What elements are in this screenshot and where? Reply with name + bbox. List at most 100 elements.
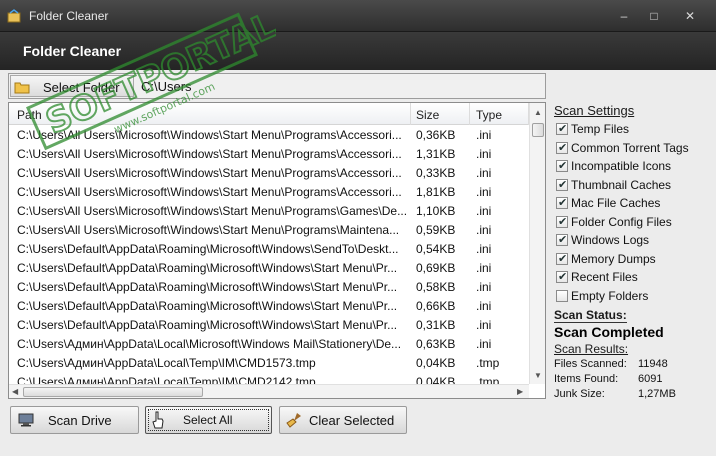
scroll-up-icon[interactable]: ▲ bbox=[534, 108, 542, 117]
checkmark-icon: ✔ bbox=[558, 234, 568, 246]
cell-type: .ini bbox=[476, 318, 492, 332]
clear-selected-label: Clear Selected bbox=[309, 413, 395, 428]
table-row[interactable]: C:\Users\All Users\Microsoft\Windows\Sta… bbox=[9, 202, 529, 221]
setting-checkbox[interactable]: ✔ Incompatible Icons bbox=[556, 157, 716, 175]
cell-path: C:\Users\Админ\AppData\Local\Microsoft\W… bbox=[17, 337, 402, 351]
setting-checkbox[interactable]: ✔ Mac File Caches bbox=[556, 194, 716, 212]
close-button[interactable]: ✕ bbox=[680, 8, 700, 24]
cell-path: C:\Users\All Users\Microsoft\Windows\Sta… bbox=[17, 223, 400, 237]
horizontal-scrollbar[interactable]: ◀ ▶ bbox=[9, 384, 529, 398]
checkbox[interactable]: ✔ bbox=[556, 178, 568, 191]
column-divider[interactable] bbox=[469, 103, 470, 125]
cell-size: 0,59KB bbox=[416, 223, 456, 237]
table-row[interactable]: C:\Users\All Users\Microsoft\Windows\Sta… bbox=[9, 183, 529, 202]
minimize-button[interactable]: – bbox=[614, 8, 634, 24]
table-row[interactable]: C:\Users\Админ\AppData\Local\Microsoft\W… bbox=[9, 335, 529, 354]
setting-label: Incompatible Icons bbox=[571, 159, 672, 173]
setting-checkbox[interactable]: Empty Folders bbox=[556, 287, 716, 305]
table-row[interactable]: C:\Users\Default\AppData\Roaming\Microso… bbox=[9, 297, 529, 316]
checkbox[interactable]: ✔ bbox=[556, 215, 568, 228]
setting-label: Temp Files bbox=[571, 122, 630, 136]
cell-size: 0,04KB bbox=[416, 375, 456, 384]
setting-label: Mac File Caches bbox=[571, 196, 661, 210]
table-row[interactable]: C:\Users\All Users\Microsoft\Windows\Sta… bbox=[9, 164, 529, 183]
table-row[interactable]: C:\Users\Админ\AppData\Local\Temp\IM\CMD… bbox=[9, 354, 529, 373]
table-row[interactable]: C:\Users\All Users\Microsoft\Windows\Sta… bbox=[9, 145, 529, 164]
hand-pointer-icon bbox=[152, 411, 164, 429]
checkbox[interactable]: ✔ bbox=[556, 271, 568, 283]
table-row[interactable]: C:\Users\Админ\AppData\Local\Temp\IM\CMD… bbox=[9, 373, 529, 384]
file-list[interactable]: Path Size Type C:\Users\All Users\Micros… bbox=[8, 102, 546, 399]
broom-icon bbox=[286, 413, 301, 428]
cell-path: C:\Users\All Users\Microsoft\Windows\Sta… bbox=[17, 128, 402, 142]
setting-checkbox[interactable]: ✔ Memory Dumps bbox=[556, 250, 716, 268]
setting-label: Thumbnail Caches bbox=[571, 177, 672, 192]
maximize-button[interactable]: □ bbox=[644, 8, 664, 24]
column-header-size[interactable]: Size bbox=[416, 108, 439, 122]
scroll-right-icon[interactable]: ▶ bbox=[517, 387, 523, 396]
junk-size-value: 1,27MB bbox=[638, 388, 676, 400]
table-row[interactable]: C:\Users\All Users\Microsoft\Windows\Sta… bbox=[9, 221, 529, 240]
checkmark-icon: ✔ bbox=[558, 215, 568, 228]
setting-checkbox[interactable]: ✔ Common Torrent Tags bbox=[556, 139, 716, 157]
horizontal-scroll-thumb[interactable] bbox=[23, 387, 203, 397]
vertical-scrollbar[interactable]: ▲ ▼ bbox=[529, 103, 545, 384]
checkbox[interactable]: ✔ bbox=[556, 141, 568, 154]
list-header: Path Size Type bbox=[9, 103, 545, 125]
select-folder-button[interactable]: Select Folder bbox=[10, 75, 134, 97]
cell-type: .ini bbox=[476, 242, 492, 256]
cell-type: .ini bbox=[476, 223, 492, 237]
cell-type: .ini bbox=[476, 337, 492, 351]
cell-type: .ini bbox=[476, 147, 492, 161]
checkbox[interactable]: ✔ bbox=[556, 234, 568, 246]
cell-path: C:\Users\Админ\AppData\Local\Temp\IM\CMD… bbox=[17, 375, 316, 384]
cell-type: .tmp bbox=[476, 375, 500, 384]
checkbox[interactable]: ✔ bbox=[556, 252, 568, 265]
column-header-type[interactable]: Type bbox=[476, 108, 502, 122]
checkbox[interactable]: ✔ bbox=[556, 197, 568, 209]
table-row[interactable]: C:\Users\All Users\Microsoft\Windows\Sta… bbox=[9, 126, 529, 145]
clear-selected-button[interactable]: Clear Selected bbox=[279, 406, 407, 434]
column-header-path[interactable]: Path bbox=[17, 108, 42, 122]
table-row[interactable]: C:\Users\Default\AppData\Roaming\Microso… bbox=[9, 240, 529, 259]
select-all-button[interactable]: Select All bbox=[145, 406, 272, 434]
files-scanned-value: 11948 bbox=[638, 358, 668, 370]
setting-checkbox[interactable]: ✔ Recent Files bbox=[556, 268, 716, 286]
checkmark-icon: ✔ bbox=[558, 123, 568, 135]
cell-path: C:\Users\All Users\Microsoft\Windows\Sta… bbox=[17, 147, 402, 161]
table-row[interactable]: C:\Users\Default\AppData\Roaming\Microso… bbox=[9, 278, 529, 297]
cell-size: 0,69KB bbox=[416, 261, 456, 275]
table-row[interactable]: C:\Users\Default\AppData\Roaming\Microso… bbox=[9, 316, 529, 335]
scan-drive-button[interactable]: Scan Drive bbox=[10, 406, 139, 434]
cell-size: 0,36KB bbox=[416, 128, 456, 142]
scan-drive-label: Scan Drive bbox=[48, 413, 112, 428]
list-rows: C:\Users\All Users\Microsoft\Windows\Sta… bbox=[9, 126, 529, 384]
title-bar[interactable]: Folder Cleaner – □ ✕ bbox=[0, 0, 716, 32]
checkbox[interactable] bbox=[556, 289, 568, 302]
cell-path: C:\Users\Default\AppData\Roaming\Microso… bbox=[17, 299, 398, 313]
cell-type: .ini bbox=[476, 204, 492, 218]
column-divider[interactable] bbox=[410, 103, 411, 125]
checkbox[interactable]: ✔ bbox=[556, 123, 568, 135]
checkmark-icon: ✔ bbox=[558, 178, 568, 191]
checkbox[interactable]: ✔ bbox=[556, 160, 568, 172]
files-scanned-label: Files Scanned: bbox=[554, 358, 627, 370]
cell-type: .ini bbox=[476, 261, 492, 275]
setting-checkbox[interactable]: ✔ Thumbnail Caches bbox=[556, 176, 716, 194]
vertical-scroll-thumb[interactable] bbox=[532, 123, 544, 137]
cell-size: 0,63KB bbox=[416, 337, 456, 351]
folder-icon bbox=[14, 82, 30, 94]
items-found-value: 6091 bbox=[638, 373, 663, 385]
setting-checkbox[interactable]: ✔ Windows Logs bbox=[556, 231, 716, 249]
cell-path: C:\Users\All Users\Microsoft\Windows\Sta… bbox=[17, 204, 408, 218]
scroll-left-icon[interactable]: ◀ bbox=[12, 387, 18, 396]
scroll-down-icon[interactable]: ▼ bbox=[534, 371, 542, 380]
table-row[interactable]: C:\Users\Default\AppData\Roaming\Microso… bbox=[9, 259, 529, 278]
setting-label: Memory Dumps bbox=[571, 251, 656, 266]
cell-size: 0,31KB bbox=[416, 318, 456, 332]
setting-label: Folder Config Files bbox=[571, 214, 672, 229]
setting-label: Common Torrent Tags bbox=[571, 140, 689, 155]
setting-checkbox[interactable]: ✔ Temp Files bbox=[556, 120, 716, 138]
path-bar: Select Folder C:\Users bbox=[8, 73, 546, 99]
setting-checkbox[interactable]: ✔ Folder Config Files bbox=[556, 213, 716, 231]
